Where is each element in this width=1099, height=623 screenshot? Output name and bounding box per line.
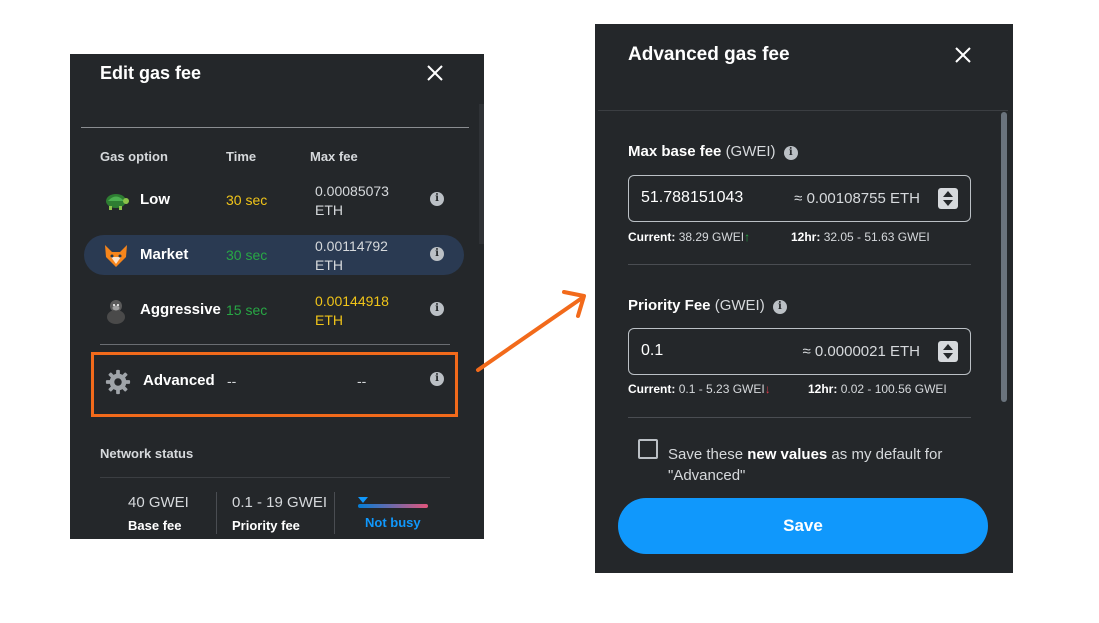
arrow-down-icon: ↓	[764, 382, 771, 396]
max-base-fee-value[interactable]: 51.788151043	[641, 189, 743, 207]
priority-fee-current: Current: 0.1 - 5.23 GWEI↓	[628, 382, 771, 396]
save-button[interactable]: Save	[618, 498, 988, 554]
scrollbar[interactable]	[479, 104, 484, 244]
current-value: 38.29 GWEI	[678, 230, 745, 244]
range-label: 12hr:	[808, 382, 838, 396]
save-default-label[interactable]: Save these new values as my default for …	[668, 444, 978, 486]
close-icon[interactable]	[424, 62, 446, 84]
priority-fee-value: 0.1 - 19 GWEI	[232, 494, 328, 511]
info-icon[interactable]: i	[772, 300, 787, 314]
fox-icon	[105, 245, 127, 267]
field-divider	[628, 264, 971, 265]
priority-fee-label-text: Priority Fee	[628, 297, 711, 314]
gas-option-max-fee: 0.00114792 ETH	[315, 237, 425, 275]
gas-option-name: Market	[140, 246, 189, 263]
max-base-fee-12hr: 12hr: 32.05 - 51.63 GWEI	[791, 230, 930, 244]
advanced-gas-fee-title: Advanced gas fee	[628, 44, 790, 65]
network-status-title: Network status	[100, 446, 194, 461]
scrollbar[interactable]	[1001, 112, 1007, 402]
gas-option-time: 30 sec	[226, 192, 268, 208]
advanced-highlight-box	[91, 352, 458, 417]
priority-fee-input[interactable]: 0.1 ≈ 0.0000021 ETH	[628, 328, 971, 375]
gas-option-market[interactable]: Market 30 sec 0.00114792 ETH i	[84, 235, 464, 275]
gas-option-name: Aggressive	[140, 301, 221, 318]
priority-fee-value[interactable]: 0.1	[641, 342, 663, 360]
max-fee-unit: ETH	[315, 202, 343, 218]
max-fee-unit: ETH	[315, 312, 343, 328]
max-fee-value: 0.00085073	[315, 183, 389, 199]
save-default-text: "Advanced"	[668, 467, 746, 484]
priority-fee-label: Priority fee	[232, 518, 300, 533]
base-fee-value: 40 GWEI	[128, 494, 189, 511]
arrow-icon	[476, 290, 586, 372]
gas-option-low[interactable]: Low 30 sec 0.00085073 ETH i	[84, 180, 464, 220]
info-icon[interactable]: i	[430, 302, 444, 316]
save-default-text: Save these	[668, 446, 748, 463]
status-separator	[216, 492, 217, 534]
max-base-fee-label-text: Max base fee	[628, 143, 722, 160]
gas-option-max-fee: 0.00085073 ETH	[315, 182, 425, 220]
close-icon[interactable]	[952, 44, 974, 66]
priority-fee-unit: (GWEI)	[714, 297, 765, 314]
max-base-fee-current: Current: 38.29 GWEI↑	[628, 230, 750, 244]
column-header-time: Time	[226, 149, 257, 164]
advanced-gas-fee-panel: Advanced gas fee Max base fee (GWEI) i 5…	[595, 24, 1013, 573]
range-value: 0.02 - 100.56 GWEI	[840, 382, 947, 396]
gas-option-time: 30 sec	[226, 247, 268, 263]
max-fee-value: 0.00114792	[315, 238, 388, 254]
info-icon[interactable]: i	[783, 146, 798, 160]
turtle-icon	[106, 194, 129, 210]
max-base-fee-unit: (GWEI)	[725, 143, 776, 160]
edit-gas-fee-title: Edit gas fee	[100, 63, 202, 83]
chevron-down-icon[interactable]	[943, 200, 953, 206]
chevron-up-icon[interactable]	[943, 191, 953, 197]
column-header-gas-option: Gas option	[100, 149, 168, 164]
current-label: Current:	[628, 230, 676, 244]
range-value: 32.05 - 51.63 GWEI	[823, 230, 930, 244]
chevron-down-icon[interactable]	[943, 353, 953, 359]
info-icon[interactable]: i	[430, 247, 444, 261]
base-fee-label: Base fee	[128, 518, 182, 533]
gas-option-time: 15 sec	[226, 302, 268, 318]
field-divider	[628, 417, 971, 418]
column-header-max-fee: Max fee	[310, 149, 358, 164]
gas-option-aggressive[interactable]: Aggressive 15 sec 0.00144918 ETH i	[84, 290, 464, 330]
max-fee-value: 0.00144918	[315, 293, 389, 309]
save-default-bold: new values	[747, 446, 828, 463]
priority-fee-label: Priority Fee (GWEI) i	[628, 297, 787, 314]
gas-option-max-fee: 0.00144918 ETH	[315, 292, 425, 330]
gorilla-icon	[107, 300, 125, 324]
network-status-text: Not busy	[365, 515, 421, 530]
gas-option-name: Low	[140, 191, 170, 208]
max-base-fee-eth-estimate: ≈ 0.00108755 ETH	[794, 190, 920, 207]
info-icon[interactable]: i	[430, 192, 444, 206]
edit-gas-fee-panel: Edit gas fee Gas option Time Max fee Low…	[70, 54, 484, 539]
max-fee-unit: ETH	[315, 257, 343, 273]
priority-fee-eth-estimate: ≈ 0.0000021 ETH	[802, 343, 920, 360]
options-divider	[100, 344, 450, 345]
max-base-fee-stepper[interactable]	[938, 188, 958, 209]
arrow-up-icon: ↑	[744, 230, 751, 244]
status-separator	[334, 492, 335, 534]
priority-fee-12hr: 12hr: 0.02 - 100.56 GWEI	[808, 382, 947, 396]
header-divider	[598, 110, 1008, 111]
max-base-fee-label: Max base fee (GWEI) i	[628, 143, 798, 160]
network-busy-gauge	[358, 504, 428, 508]
busy-marker-icon	[358, 497, 368, 503]
current-label: Current:	[628, 382, 676, 396]
range-label: 12hr:	[791, 230, 821, 244]
current-value: 0.1 - 5.23 GWEI	[678, 382, 765, 396]
save-default-text: as my default for	[827, 446, 943, 463]
network-divider	[100, 477, 450, 478]
save-default-checkbox[interactable]	[638, 439, 658, 459]
chevron-up-icon[interactable]	[943, 344, 953, 350]
priority-fee-stepper[interactable]	[938, 341, 958, 362]
header-divider	[81, 127, 469, 128]
max-base-fee-input[interactable]: 51.788151043 ≈ 0.00108755 ETH	[628, 175, 971, 222]
